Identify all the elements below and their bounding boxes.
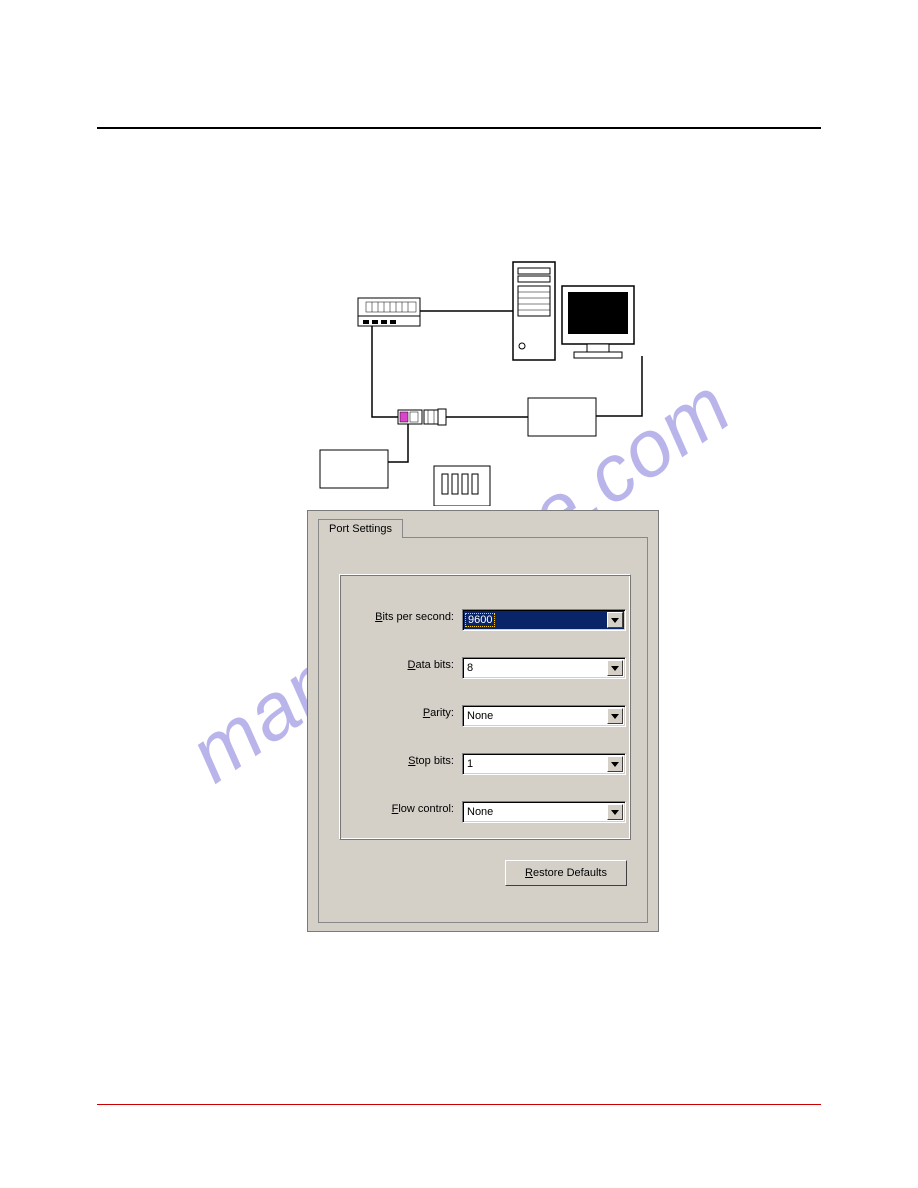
restore-defaults-label: Restore Defaults xyxy=(525,867,607,879)
value-parity: None xyxy=(463,710,493,722)
top-horizontal-rule xyxy=(97,127,821,129)
label-stop-bits: Stop bits: xyxy=(408,755,454,767)
restore-defaults-button[interactable]: Restore Defaults xyxy=(505,860,627,886)
settings-frame: Bits per second: 9600 Data bits: 8 Parit… xyxy=(339,574,631,840)
chevron-down-icon xyxy=(607,804,623,820)
value-stop-bits: 1 xyxy=(463,758,473,770)
combo-data-bits[interactable]: 8 xyxy=(462,657,626,679)
document-page: manualshive.com xyxy=(0,0,918,1188)
chevron-down-icon xyxy=(607,756,623,772)
row-bits-per-second: Bits per second: 9600 xyxy=(340,609,630,631)
value-bits-per-second: 9600 xyxy=(465,613,495,627)
chevron-down-icon xyxy=(607,708,623,724)
port-settings-dialog: Port Settings Bits per second: 9600 Data… xyxy=(307,510,659,932)
tab-label: Port Settings xyxy=(329,523,392,535)
label-flow-control: Flow control: xyxy=(392,803,454,815)
value-flow-control: None xyxy=(463,806,493,818)
label-parity: Parity: xyxy=(423,707,454,719)
bottom-horizontal-rule xyxy=(97,1104,821,1105)
label-data-bits: Data bits: xyxy=(408,659,454,671)
value-data-bits: 8 xyxy=(463,662,473,674)
combo-flow-control[interactable]: None xyxy=(462,801,626,823)
chevron-down-icon xyxy=(607,612,623,628)
tab-port-settings[interactable]: Port Settings xyxy=(318,519,403,538)
dialog-body: Bits per second: 9600 Data bits: 8 Parit… xyxy=(318,537,648,923)
network-diagram xyxy=(318,256,668,506)
chevron-down-icon xyxy=(607,660,623,676)
combo-stop-bits[interactable]: 1 xyxy=(462,753,626,775)
row-stop-bits: Stop bits: 1 xyxy=(340,753,630,775)
row-flow-control: Flow control: None xyxy=(340,801,630,823)
row-parity: Parity: None xyxy=(340,705,630,727)
combo-bits-per-second[interactable]: 9600 xyxy=(462,609,626,631)
row-data-bits: Data bits: 8 xyxy=(340,657,630,679)
label-bits-per-second: Bits per second: xyxy=(375,611,454,623)
combo-parity[interactable]: None xyxy=(462,705,626,727)
